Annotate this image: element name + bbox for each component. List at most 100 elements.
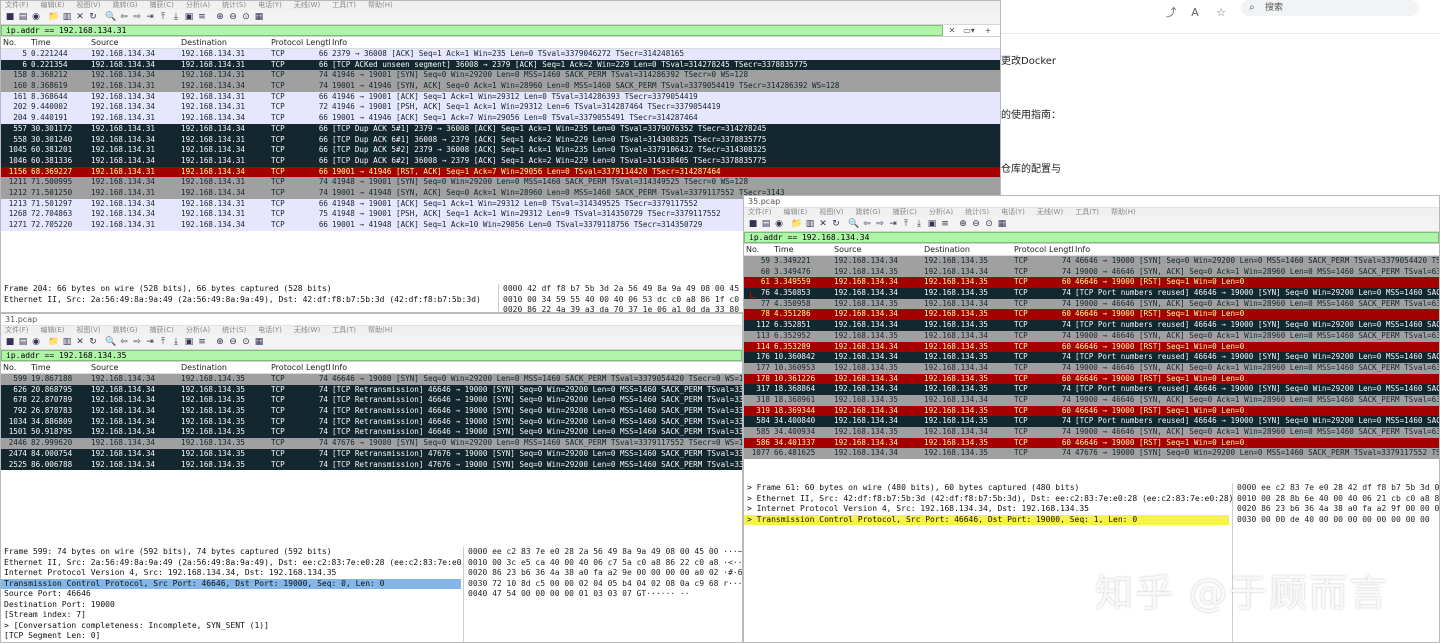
detail-line[interactable]: > Transmission Control Protocol, Src Por… — [744, 514, 1229, 525]
last-packet-icon[interactable]: ⤓ — [170, 11, 182, 23]
table-row[interactable]: 318 18.368961 192.168.134.35 192.168.134.34… — [744, 394, 1439, 406]
menu-item[interactable]: 捕获(C) — [150, 326, 174, 335]
capture-options-icon[interactable]: ▤ — [17, 11, 29, 23]
table-row[interactable]: 202 9.440002 192.168.134.34 192.168.134.31 T… — [1, 102, 1000, 114]
menu-item[interactable]: 帮助(H) — [1111, 208, 1136, 217]
menu-item[interactable]: 跳转(G) — [113, 326, 138, 335]
column-header-info[interactable]: Info — [332, 37, 347, 49]
normal-size-icon[interactable]: ⊙ — [240, 11, 252, 23]
table-row[interactable]: 5 0.221244 192.168.134.34 192.168.134.31 TCP… — [1, 49, 1000, 60]
detail-line[interactable]: [TCP Segment Len: 0] — [1, 631, 461, 642]
resize-columns-icon[interactable]: ▦ — [996, 218, 1008, 230]
reload-icon[interactable]: ↻ — [830, 218, 842, 230]
detail-line[interactable]: > Ethernet II, Src: 42:df:f8:b7:5b:3d (4… — [744, 494, 1233, 505]
stop-capture-icon[interactable]: ■ — [4, 11, 16, 23]
reload-icon[interactable]: ↻ — [87, 336, 99, 348]
column-header-no[interactable]: No. — [3, 362, 16, 374]
find-packet-icon[interactable]: 🔍 — [105, 336, 117, 348]
zoom-in-icon[interactable]: ⊕ — [957, 218, 969, 230]
detail-line[interactable]: > Frame 61: 60 bytes on wire (480 bits),… — [744, 483, 1229, 494]
table-row[interactable]: 60 3.349476 192.168.134.35 192.168.134.34 TC… — [744, 266, 1439, 278]
close-file-icon[interactable]: ✕ — [74, 336, 86, 348]
menu-item[interactable]: 无线(W) — [1037, 208, 1063, 217]
table-row[interactable]: 1077 66.481625 192.168.134.34 192.168.134.3… — [744, 448, 1439, 460]
table-row[interactable]: 586 34.401337 192.168.134.34 192.168.134.35… — [744, 437, 1439, 449]
column-header-no[interactable]: No. — [3, 37, 16, 49]
last-packet-icon[interactable]: ⤓ — [913, 218, 925, 230]
restart-capture-icon[interactable]: ◉ — [30, 336, 42, 348]
menu-item[interactable]: 电话(Y) — [1001, 208, 1025, 217]
close-file-icon[interactable]: ✕ — [817, 218, 829, 230]
hex-line[interactable]: 0020 86 23 b6 36 4a 38 a0 fa a2 9f 00 00… — [1233, 504, 1439, 515]
detail-line[interactable]: > Internet Protocol Version 4, Src: 192.… — [744, 504, 1229, 515]
favorite-icon[interactable]: ☆ — [1213, 5, 1229, 21]
hex-line[interactable]: 0000 ee c2 83 7e e0 28 2a 56 49 8a 9a 49… — [464, 547, 742, 558]
hex-line[interactable]: 0040 47 54 00 00 00 00 01 03 03 07 GT···… — [464, 589, 742, 600]
table-row[interactable]: 59 3.349221 192.168.134.34 192.168.134.35 TC… — [744, 256, 1439, 267]
menu-item[interactable]: 分析(A) — [929, 208, 953, 217]
menu-item[interactable]: 视图(V) — [76, 1, 100, 10]
table-row[interactable]: 585 34.400934 192.168.134.35 192.168.134.34… — [744, 427, 1439, 438]
table-row[interactable]: 557 30.301172 192.168.134.31 192.168.134.34… — [1, 123, 1000, 135]
go-back-icon[interactable]: ⇦ — [118, 336, 130, 348]
display-filter-input[interactable]: ip.addr == 192.168.134.31 — [1, 25, 943, 36]
first-packet-icon[interactable]: ⤒ — [900, 218, 912, 230]
table-row[interactable]: 1211 71.500995 192.168.134.34 192.168.134.3… — [1, 177, 1000, 188]
column-header-source[interactable]: Source — [834, 244, 861, 256]
menu-item[interactable]: 无线(W) — [294, 326, 320, 335]
column-header-time[interactable]: Time — [31, 37, 51, 49]
go-to-packet-icon[interactable]: ⇥ — [887, 218, 899, 230]
menu-item[interactable]: 文件(F) — [5, 326, 29, 335]
detail-line[interactable]: Source Port: 46646 — [1, 589, 461, 600]
table-row[interactable]: 1501 50.918795 192.168.134.34 192.168.134.3… — [1, 427, 742, 439]
close-file-icon[interactable]: ✕ — [74, 11, 86, 23]
save-file-icon[interactable]: ▥ — [804, 218, 816, 230]
restart-capture-icon[interactable]: ◉ — [30, 11, 42, 23]
go-back-icon[interactable]: ⇦ — [861, 218, 873, 230]
column-header-source[interactable]: Source — [91, 37, 118, 49]
table-row[interactable]: 178 10.361226 192.168.134.34 192.168.134.35… — [744, 373, 1439, 385]
hex-line[interactable]: 0030 72 10 8d c5 00 00 02 04 05 b4 04 02… — [464, 579, 742, 590]
open-file-icon[interactable]: 📁 — [791, 218, 803, 230]
table-row[interactable]: 114 6.353289 192.168.134.34 192.168.134.35 T… — [744, 341, 1439, 353]
go-back-icon[interactable]: ⇦ — [118, 11, 130, 23]
table-row[interactable]: 160 8.368619 192.168.134.31 192.168.134.34 T… — [1, 81, 1000, 92]
capture-options-icon[interactable]: ▤ — [17, 336, 29, 348]
resize-columns-icon[interactable]: ▦ — [253, 11, 265, 23]
go-forward-icon[interactable]: ⇨ — [874, 218, 886, 230]
find-packet-icon[interactable]: 🔍 — [848, 218, 860, 230]
reload-icon[interactable]: ↻ — [87, 11, 99, 23]
menu-item[interactable]: 统计(S) — [222, 1, 246, 10]
zoom-in-icon[interactable]: ⊕ — [214, 336, 226, 348]
column-header-destination[interactable]: Destination — [181, 37, 227, 49]
zoom-out-icon[interactable]: ⊖ — [970, 218, 982, 230]
menu-item[interactable]: 捕获(C) — [893, 208, 917, 217]
first-packet-icon[interactable]: ⤒ — [157, 11, 169, 23]
table-row[interactable]: 1046 60.381336 192.168.134.34 192.168.134.3… — [1, 155, 1000, 167]
colorize-icon[interactable]: ≡ — [939, 218, 951, 230]
browser-search-box[interactable]: ⌕ 搜索 — [1241, 0, 1419, 16]
menu-item[interactable]: 编辑(E) — [41, 1, 65, 10]
column-header-protocol[interactable]: Protocol — [271, 37, 303, 49]
column-header-protocol[interactable]: Protocol — [271, 362, 303, 374]
column-header-time[interactable]: Time — [774, 244, 794, 256]
menu-item[interactable]: 跳转(G) — [856, 208, 881, 217]
menu-item[interactable]: 统计(S) — [222, 326, 246, 335]
table-row[interactable]: 113 6.352952 192.168.134.35 192.168.134.34 T… — [744, 330, 1439, 342]
table-row[interactable]: 77 4.350958 192.168.134.35 192.168.134.34 TC… — [744, 298, 1439, 310]
read-aloud-icon[interactable]: A — [1187, 5, 1203, 21]
go-to-packet-icon[interactable]: ⇥ — [144, 11, 156, 23]
autoscroll-icon[interactable]: ▣ — [183, 11, 195, 23]
table-row[interactable]: 78 4.351286 192.168.134.34 192.168.134.35 TC… — [744, 309, 1439, 321]
menu-item[interactable]: 捕获(C) — [150, 1, 174, 10]
detail-line[interactable]: Frame 599: 74 bytes on wire (592 bits), … — [1, 547, 461, 558]
table-row[interactable]: 177 10.360953 192.168.134.35 192.168.134.34… — [744, 362, 1439, 374]
go-forward-icon[interactable]: ⇨ — [131, 336, 143, 348]
table-row[interactable]: 678 22.870789 192.168.134.34 192.168.134.35… — [1, 395, 742, 407]
detail-line[interactable]: [Stream index: 7] — [1, 610, 461, 621]
go-to-packet-icon[interactable]: ⇥ — [144, 336, 156, 348]
table-row[interactable]: 584 34.400840 192.168.134.34 192.168.134.35… — [744, 416, 1439, 427]
menu-item[interactable]: 视图(V) — [819, 208, 843, 217]
table-row[interactable]: 317 18.368864 192.168.134.34 192.168.134.35… — [744, 384, 1439, 395]
zoom-in-icon[interactable]: ⊕ — [214, 11, 226, 23]
